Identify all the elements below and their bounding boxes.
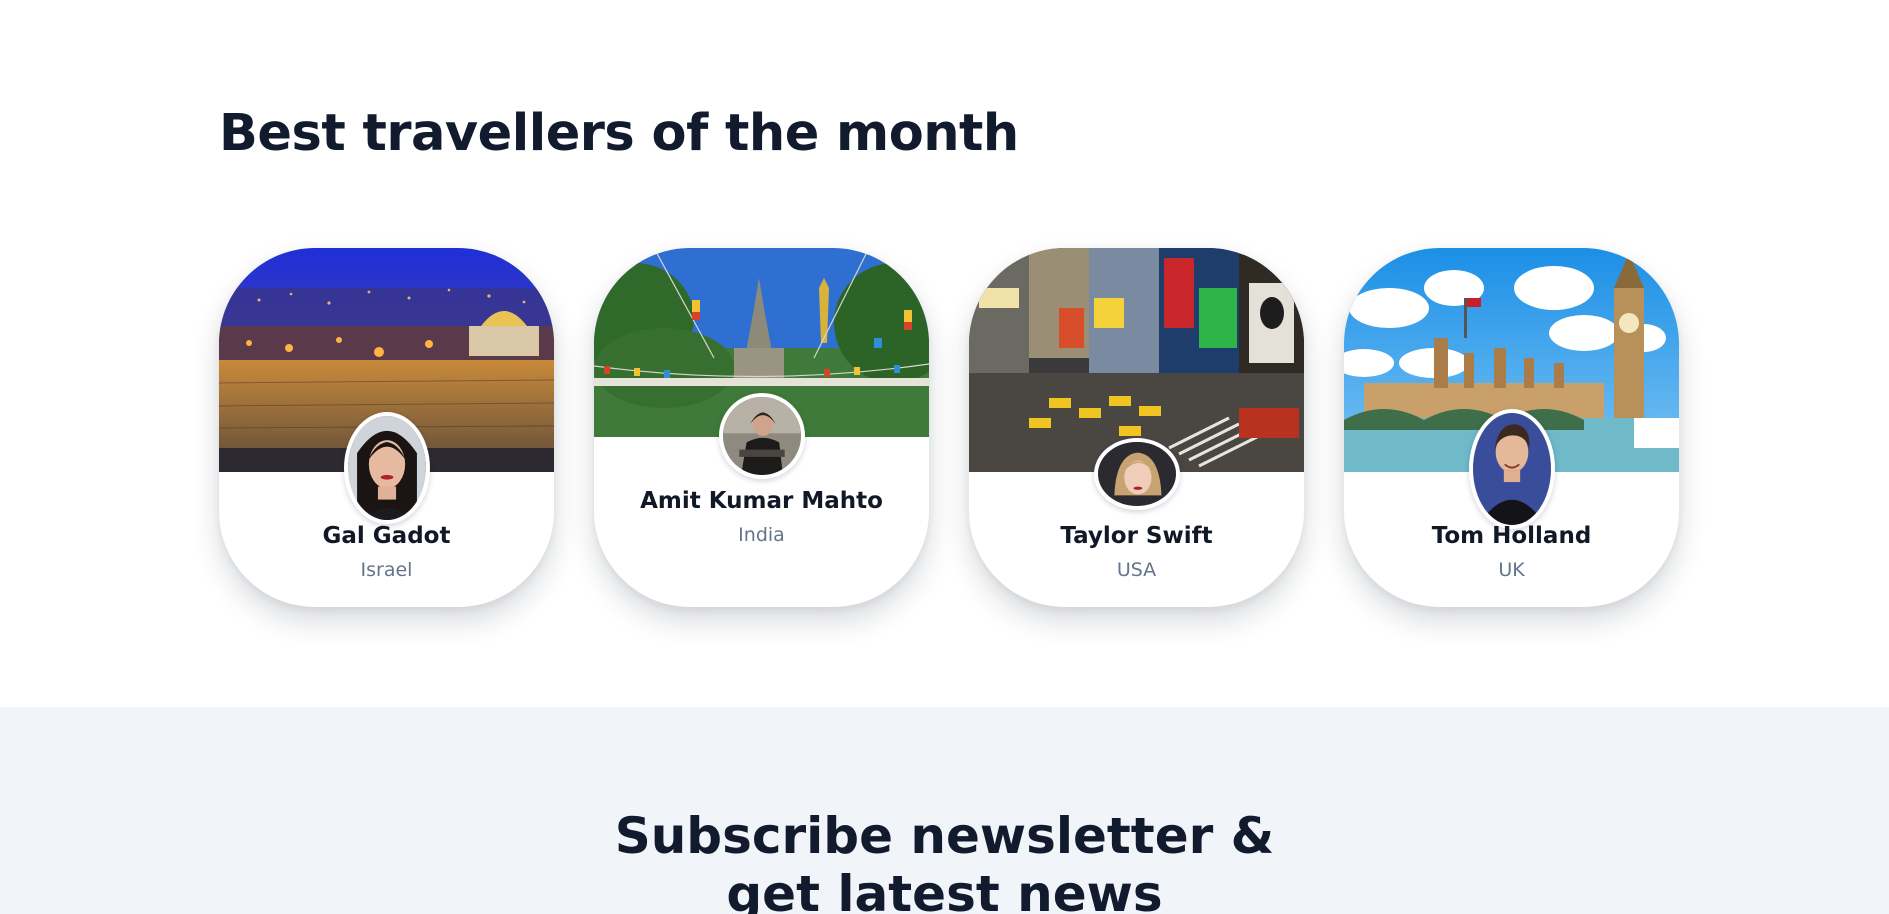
traveller-name: Taylor Swift (1060, 523, 1213, 549)
traveller-name: Tom Holland (1431, 523, 1592, 549)
traveller-country: India (738, 524, 785, 546)
traveller-card[interactable]: Gal Gadot Israel (219, 248, 554, 607)
avatar (343, 412, 430, 524)
avatar (1093, 438, 1180, 510)
newsletter-title-line: Subscribe newsletter & (614, 807, 1275, 865)
avatar (1468, 409, 1555, 529)
traveller-card[interactable]: Amit Kumar Mahto India (594, 248, 929, 607)
avatar (718, 393, 805, 479)
traveller-name: Gal Gadot (322, 523, 451, 549)
traveller-card[interactable]: Taylor Swift USA (969, 248, 1304, 607)
newsletter-title-line: get latest news (726, 865, 1163, 914)
newsletter-title: Subscribe newsletter & get latest news (0, 807, 1889, 914)
traveller-card[interactable]: Tom Holland UK (1344, 248, 1679, 607)
traveller-name: Amit Kumar Mahto (640, 488, 883, 514)
traveller-country: USA (1116, 559, 1157, 581)
travellers-section: Best travellers of the month Gal Gadot I… (0, 0, 1889, 707)
section-title: Best travellers of the month (219, 104, 1019, 163)
traveller-country: UK (1498, 559, 1525, 581)
traveller-country: Israel (360, 559, 413, 581)
newsletter-section: Subscribe newsletter & get latest news (0, 707, 1889, 914)
